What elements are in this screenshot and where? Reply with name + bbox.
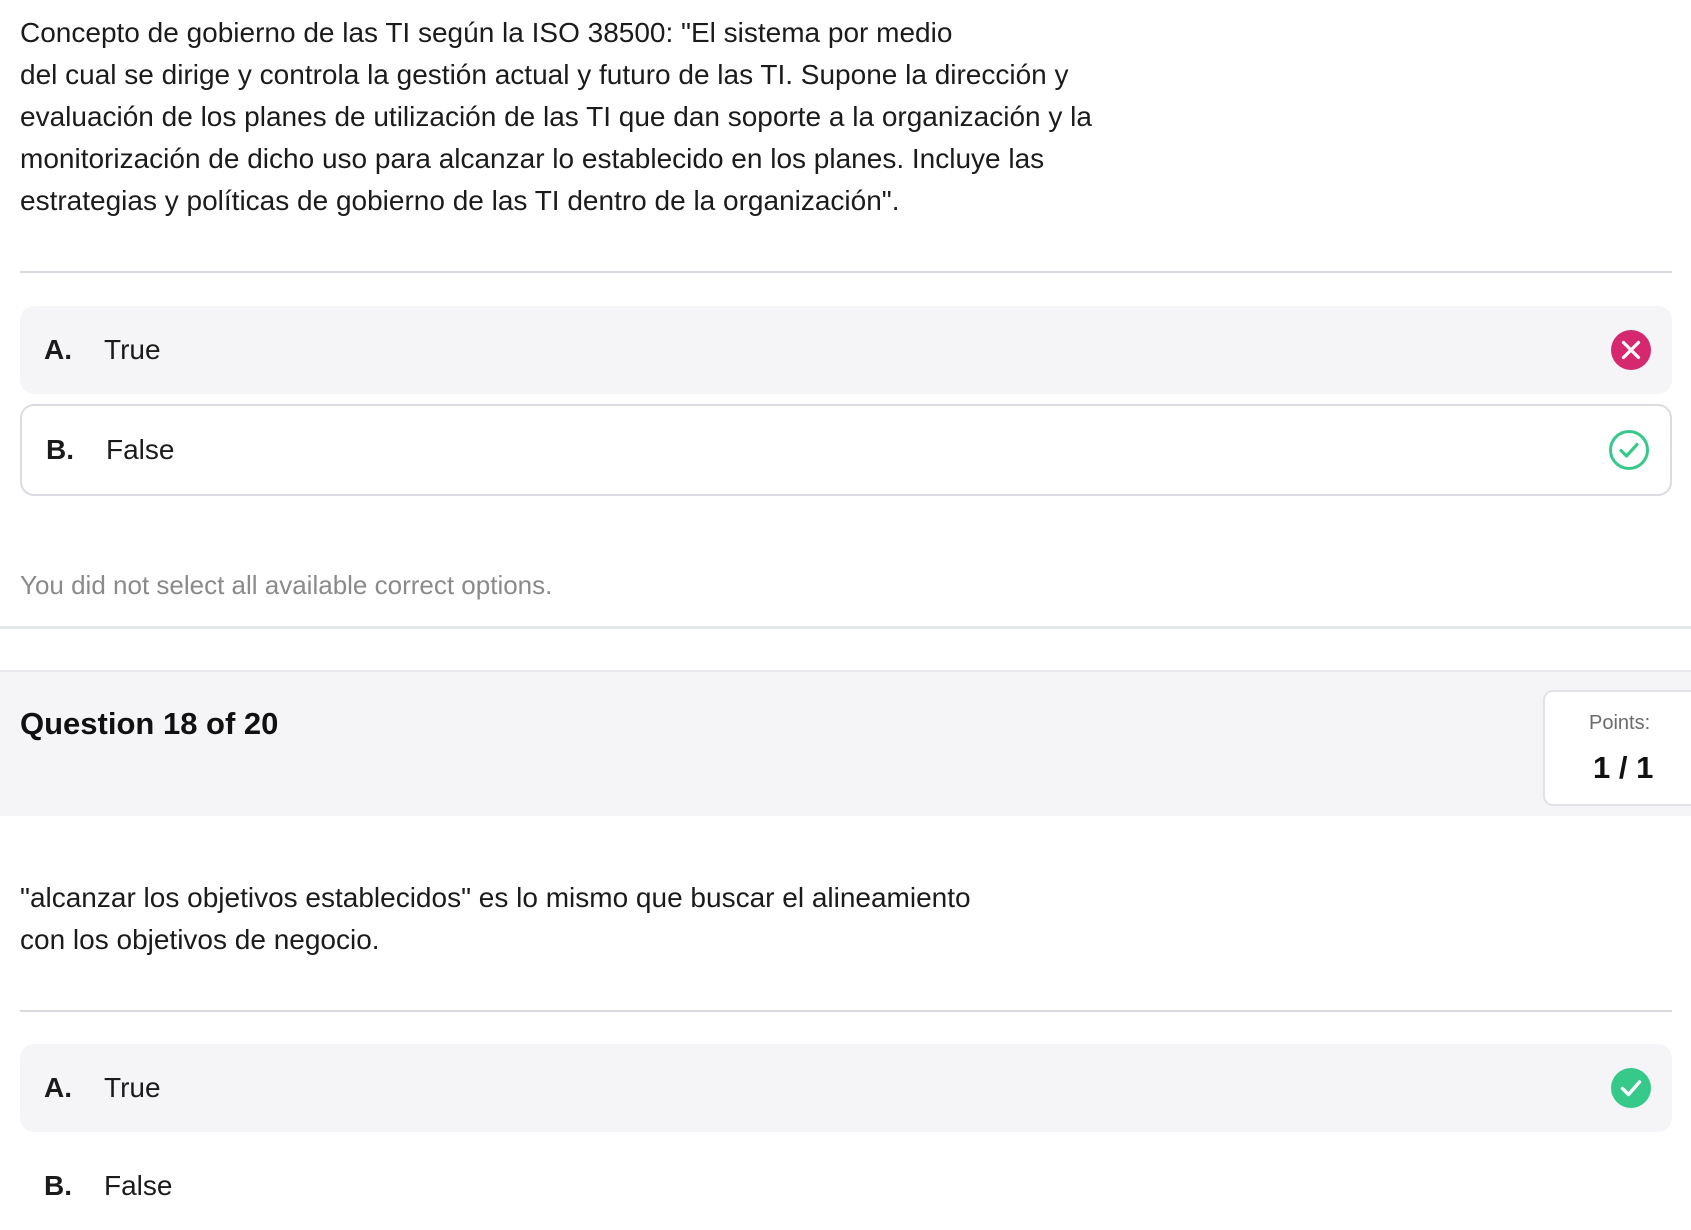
option-a[interactable]: A. True — [20, 1044, 1672, 1132]
option-label: True — [104, 334, 161, 365]
current-question-text: "alcanzar los objetivos establecidos" es… — [20, 877, 971, 961]
option-a[interactable]: A. True — [20, 306, 1672, 394]
question-header: Question 18 of 20 Points: 1 / 1 — [0, 670, 1691, 816]
question-text-line: monitorización de dicho uso para alcanza… — [20, 143, 1045, 174]
option-letter: B. — [44, 1170, 72, 1201]
feedback-message: You did not select all available correct… — [20, 570, 553, 600]
question-text-line: evaluación de los planes de utilización … — [20, 101, 1092, 132]
previous-question-text: Concepto de gobierno de las TI según la … — [20, 12, 1092, 222]
points-box: Points: 1 / 1 — [1543, 690, 1691, 806]
divider — [20, 271, 1672, 273]
check-circle-filled-icon — [1611, 1068, 1651, 1108]
option-label: True — [104, 1072, 161, 1103]
section-separator — [0, 626, 1691, 629]
option-b[interactable]: B. False — [20, 404, 1672, 496]
x-circle-icon — [1611, 330, 1651, 370]
option-letter: A. — [44, 334, 72, 365]
question-text-line: Concepto de gobierno de las TI según la … — [20, 17, 953, 48]
points-value: 1 / 1 — [1593, 750, 1654, 785]
question-text-line: estrategias y políticas de gobierno de l… — [20, 185, 900, 216]
check-circle-outline-icon — [1609, 430, 1649, 470]
option-letter: A. — [44, 1072, 72, 1103]
option-label: False — [106, 434, 175, 465]
points-label: Points: — [1589, 712, 1651, 734]
question-text-line: "alcanzar los objetivos establecidos" es… — [20, 882, 971, 913]
option-b[interactable]: B. False — [20, 1142, 1672, 1230]
option-label: False — [104, 1170, 173, 1201]
question-text-line: del cual se dirige y controla la gestión… — [20, 59, 1069, 90]
divider — [20, 1010, 1672, 1012]
question-title: Question 18 of 20 — [20, 706, 279, 741]
question-text-line: con los objetivos de negocio. — [20, 924, 380, 955]
option-letter: B. — [46, 434, 74, 465]
